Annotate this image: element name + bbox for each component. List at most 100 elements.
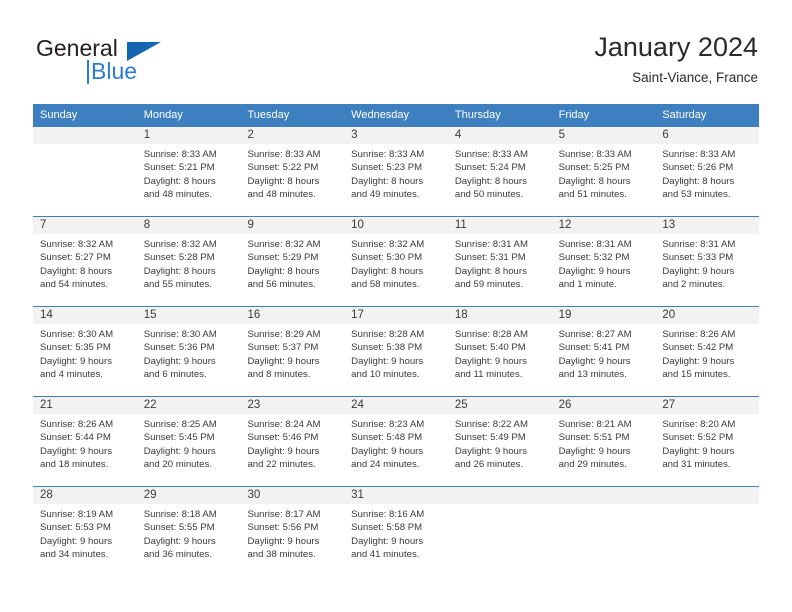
general-blue-logo[interactable]: General Blue (34, 36, 204, 92)
day-number: 1 (136, 127, 241, 144)
day-cell-1[interactable]: 1 Sunrise: 8:33 AM Sunset: 5:21 PM Daylig… (136, 127, 241, 216)
day-cell-15[interactable]: 15 Sunrise: 8:30 AM Sunset: 5:36 PM Dayli… (136, 307, 241, 396)
day-cell-13[interactable]: 13 Sunrise: 8:31 AM Sunset: 5:33 PM Dayli… (655, 217, 760, 306)
day-cell-11[interactable]: 11 Sunrise: 8:31 AM Sunset: 5:31 PM Dayli… (447, 217, 552, 306)
page-subtitle: Saint-Viance, France (632, 70, 758, 85)
day-cell-empty (551, 487, 656, 576)
calendar-body: 1 Sunrise: 8:33 AM Sunset: 5:21 PM Daylig… (33, 127, 760, 576)
calendar-grid: Sunday Monday Tuesday Wednesday Thursday Frid… (33, 104, 760, 576)
logo-text-blue: Blue (91, 58, 138, 84)
day-cell-26[interactable]: 26 Sunrise: 8:21 AM Sunset: 5:51 PM Dayli… (551, 397, 656, 486)
day-sun-info: Sunrise: 8:21 AM Sunset: 5:51 PM Dayligh… (558, 419, 632, 471)
day-number: 13 (655, 217, 760, 234)
day-sun-info (33, 144, 137, 148)
day-cell-7[interactable]: 7 Sunrise: 8:32 AM Sunset: 5:27 PM Daylig… (33, 217, 137, 306)
week-row: 1 Sunrise: 8:33 AM Sunset: 5:21 PM Daylig… (33, 127, 760, 216)
day-sun-info (655, 504, 759, 508)
day-sun-info: Sunrise: 8:33 AM Sunset: 5:23 PM Dayligh… (351, 149, 425, 201)
day-cell-19[interactable]: 19 Sunrise: 8:27 AM Sunset: 5:41 PM Dayli… (551, 307, 656, 396)
weekday-header-wednesday: Wednesday (351, 109, 410, 121)
weekday-header-friday: Friday (558, 109, 590, 121)
day-sun-info: Sunrise: 8:16 AM Sunset: 5:58 PM Dayligh… (351, 509, 425, 561)
day-number: 8 (136, 217, 241, 234)
day-sun-info (552, 504, 656, 508)
day-cell-6[interactable]: 6 Sunrise: 8:33 AM Sunset: 5:26 PM Daylig… (655, 127, 760, 216)
day-number: 25 (447, 397, 552, 414)
weekday-header-thursday: Thursday (454, 109, 501, 121)
day-number: 4 (447, 127, 552, 144)
day-cell-3[interactable]: 3 Sunrise: 8:33 AM Sunset: 5:23 PM Daylig… (344, 127, 448, 216)
day-cell-24[interactable]: 24 Sunrise: 8:23 AM Sunset: 5:48 PM Dayli… (344, 397, 448, 486)
day-sun-info: Sunrise: 8:18 AM Sunset: 5:55 PM Dayligh… (143, 509, 217, 561)
day-cell-17[interactable]: 17 Sunrise: 8:28 AM Sunset: 5:38 PM Dayli… (344, 307, 448, 396)
day-number: 11 (447, 217, 552, 234)
day-number: 30 (240, 487, 345, 504)
day-cell-5[interactable]: 5 Sunrise: 8:33 AM Sunset: 5:25 PM Daylig… (551, 127, 656, 216)
day-number: 31 (344, 487, 448, 504)
day-cell-12[interactable]: 12 Sunrise: 8:31 AM Sunset: 5:32 PM Dayli… (551, 217, 656, 306)
day-cell-9[interactable]: 9 Sunrise: 8:32 AM Sunset: 5:29 PM Daylig… (240, 217, 345, 306)
day-cell-8[interactable]: 8 Sunrise: 8:32 AM Sunset: 5:28 PM Daylig… (136, 217, 241, 306)
day-cell-23[interactable]: 23 Sunrise: 8:24 AM Sunset: 5:46 PM Dayli… (240, 397, 345, 486)
day-number: 6 (655, 127, 760, 144)
logo-accent-bar (87, 60, 89, 84)
week-row: 14 Sunrise: 8:30 AM Sunset: 5:35 PM Dayli… (33, 306, 760, 396)
day-number (655, 487, 760, 504)
day-number: 23 (240, 397, 345, 414)
day-cell-2[interactable]: 2 Sunrise: 8:33 AM Sunset: 5:22 PM Daylig… (240, 127, 345, 216)
day-cell-10[interactable]: 10 Sunrise: 8:32 AM Sunset: 5:30 PM Dayli… (344, 217, 448, 306)
day-sun-info: Sunrise: 8:17 AM Sunset: 5:56 PM Dayligh… (247, 509, 321, 561)
day-number: 29 (136, 487, 241, 504)
day-number: 18 (447, 307, 552, 324)
day-cell-30[interactable]: 30 Sunrise: 8:17 AM Sunset: 5:56 PM Dayli… (240, 487, 345, 576)
day-number: 3 (344, 127, 448, 144)
day-number: 20 (655, 307, 760, 324)
day-sun-info: Sunrise: 8:33 AM Sunset: 5:22 PM Dayligh… (247, 149, 321, 201)
day-number: 2 (240, 127, 345, 144)
week-row: 28 Sunrise: 8:19 AM Sunset: 5:53 PM Dayli… (33, 486, 760, 576)
day-number: 7 (33, 217, 137, 234)
weekday-header-row: Sunday Monday Tuesday Wednesday Thursday Frid… (33, 104, 759, 127)
day-cell-empty (447, 487, 552, 576)
day-sun-info: Sunrise: 8:33 AM Sunset: 5:21 PM Dayligh… (143, 149, 217, 201)
day-sun-info: Sunrise: 8:22 AM Sunset: 5:49 PM Dayligh… (454, 419, 528, 471)
day-cell-4[interactable]: 4 Sunrise: 8:33 AM Sunset: 5:24 PM Daylig… (447, 127, 552, 216)
weekday-header-monday: Monday (143, 109, 183, 121)
day-number (551, 487, 656, 504)
day-cell-20[interactable]: 20 Sunrise: 8:26 AM Sunset: 5:42 PM Dayli… (655, 307, 760, 396)
day-number: 26 (551, 397, 656, 414)
day-cell-28[interactable]: 28 Sunrise: 8:19 AM Sunset: 5:53 PM Dayli… (33, 487, 137, 576)
day-cell-29[interactable]: 29 Sunrise: 8:18 AM Sunset: 5:55 PM Dayli… (136, 487, 241, 576)
day-number: 12 (551, 217, 656, 234)
day-cell-18[interactable]: 18 Sunrise: 8:28 AM Sunset: 5:40 PM Dayli… (447, 307, 552, 396)
day-number: 15 (136, 307, 241, 324)
day-sun-info: Sunrise: 8:28 AM Sunset: 5:40 PM Dayligh… (454, 329, 528, 381)
day-cell-27[interactable]: 27 Sunrise: 8:20 AM Sunset: 5:52 PM Dayli… (655, 397, 760, 486)
day-number: 16 (240, 307, 345, 324)
day-sun-info: Sunrise: 8:25 AM Sunset: 5:45 PM Dayligh… (143, 419, 217, 471)
day-cell-14[interactable]: 14 Sunrise: 8:30 AM Sunset: 5:35 PM Dayli… (33, 307, 137, 396)
day-cell-31[interactable]: 31 Sunrise: 8:16 AM Sunset: 5:58 PM Dayli… (344, 487, 448, 576)
day-sun-info: Sunrise: 8:31 AM Sunset: 5:31 PM Dayligh… (454, 239, 528, 291)
day-sun-info: Sunrise: 8:29 AM Sunset: 5:37 PM Dayligh… (247, 329, 321, 381)
day-sun-info: Sunrise: 8:28 AM Sunset: 5:38 PM Dayligh… (351, 329, 425, 381)
week-row: 21 Sunrise: 8:26 AM Sunset: 5:44 PM Dayli… (33, 396, 760, 486)
title-block: January 2024 Saint-Viance, France (594, 30, 758, 88)
weekday-header-tuesday: Tuesday (247, 109, 290, 121)
day-cell-21[interactable]: 21 Sunrise: 8:26 AM Sunset: 5:44 PM Dayli… (33, 397, 137, 486)
day-number: 9 (240, 217, 345, 234)
day-cell-22[interactable]: 22 Sunrise: 8:25 AM Sunset: 5:45 PM Dayli… (136, 397, 241, 486)
day-number: 5 (551, 127, 656, 144)
day-cell-25[interactable]: 25 Sunrise: 8:22 AM Sunset: 5:49 PM Dayli… (447, 397, 552, 486)
page-header: General Blue January 2024 Saint-Viance, … (34, 30, 758, 102)
day-sun-info (448, 504, 552, 508)
day-number: 24 (344, 397, 448, 414)
day-cell-16[interactable]: 16 Sunrise: 8:29 AM Sunset: 5:37 PM Dayli… (240, 307, 345, 396)
day-sun-info: Sunrise: 8:33 AM Sunset: 5:26 PM Dayligh… (662, 149, 736, 201)
day-number (33, 127, 137, 144)
day-cell-empty (655, 487, 760, 576)
day-sun-info: Sunrise: 8:32 AM Sunset: 5:29 PM Dayligh… (247, 239, 321, 291)
day-number: 19 (551, 307, 656, 324)
day-sun-info: Sunrise: 8:26 AM Sunset: 5:42 PM Dayligh… (662, 329, 736, 381)
weekday-header-sunday: Sunday (40, 109, 78, 121)
